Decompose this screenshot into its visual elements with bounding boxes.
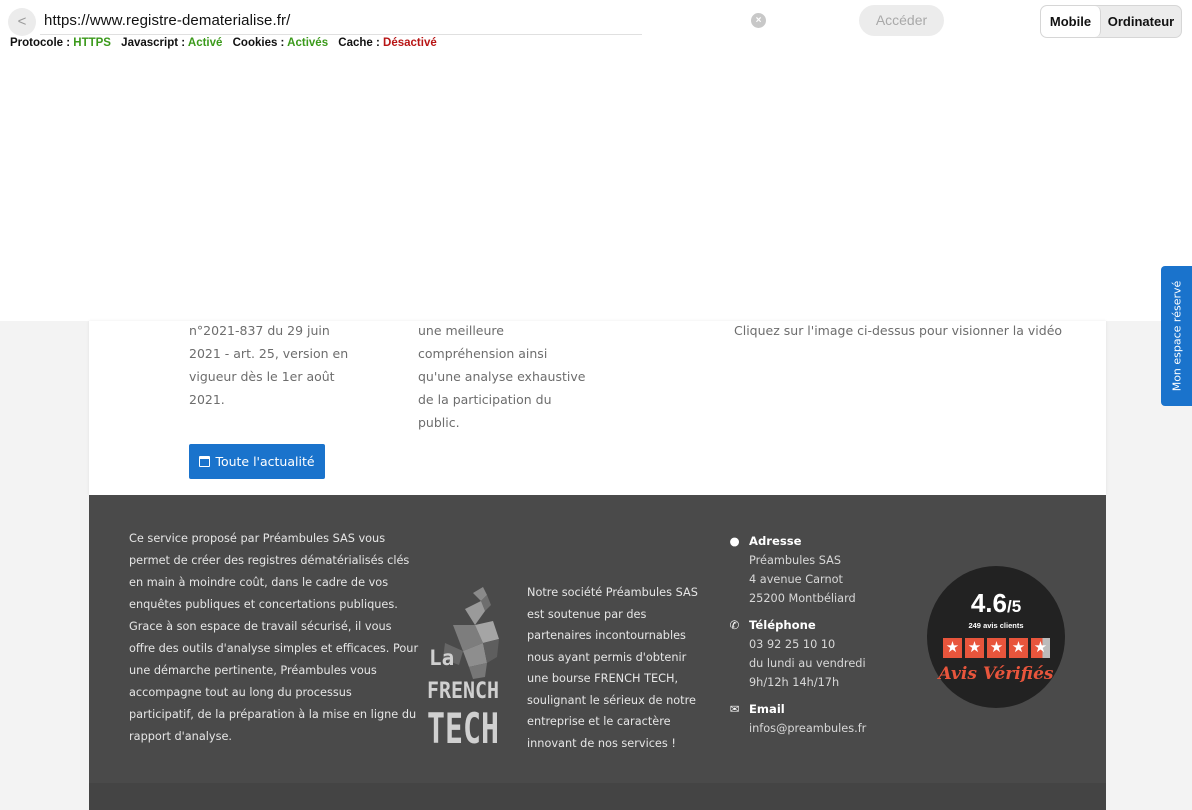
go-button[interactable]: Accéder bbox=[859, 5, 944, 36]
review-count: 249 avis clients bbox=[968, 621, 1024, 630]
all-news-button[interactable]: Toute l'actualité bbox=[189, 444, 325, 479]
email-block: ✉ Email infos@preambules.fr bbox=[726, 700, 867, 738]
half-star-icon: ★ bbox=[1031, 638, 1050, 658]
calendar-icon bbox=[199, 456, 211, 467]
verified-reviews-brand: Avis Vérifiés bbox=[938, 664, 1054, 684]
frenchtech-tech: TECH bbox=[427, 704, 499, 750]
verified-reviews-badge[interactable]: 4.6/5 249 avis clients ★ ★ ★ ★ ★ Avis Vé… bbox=[927, 566, 1065, 708]
protocol-value: HTTPS bbox=[73, 37, 111, 49]
star-icon: ★ bbox=[1009, 638, 1028, 658]
address-line: 4 avenue Carnot bbox=[749, 573, 843, 586]
cookies-value: Activés bbox=[287, 37, 329, 49]
protocol-label: Protocole : bbox=[10, 37, 71, 49]
rating-score: 4.6/5 bbox=[970, 588, 1022, 618]
clear-url-icon[interactable]: × bbox=[751, 13, 766, 28]
email-heading: Email bbox=[749, 702, 785, 716]
rating-stars: ★ ★ ★ ★ ★ bbox=[943, 638, 1051, 658]
phone-icon: ✆ bbox=[729, 618, 740, 632]
location-pin-icon: ● bbox=[729, 534, 740, 548]
news-text-1: n°2021-837 du 29 juin 2021 - art. 25, ve… bbox=[189, 323, 349, 407]
footer-support-text: Notre société Préambules SAS est soutenu… bbox=[527, 586, 698, 750]
address-line: Préambules SAS bbox=[749, 554, 842, 567]
address-block: ● Adresse Préambules SAS 4 avenue Carnot … bbox=[726, 532, 856, 608]
mobile-mode-button[interactable]: Mobile bbox=[1041, 6, 1101, 37]
star-icon: ★ bbox=[987, 638, 1006, 658]
address-line: 25200 Montbéliard bbox=[749, 592, 856, 605]
all-news-label: Toute l'actualité bbox=[215, 454, 315, 469]
phone-block: ✆ Téléphone 03 92 25 10 10 du lundi au ve… bbox=[726, 616, 866, 692]
footer-about-text: Ce service proposé par Préambules SAS vo… bbox=[129, 532, 419, 743]
phone-hours: du lundi au vendredi bbox=[749, 657, 866, 670]
url-underline bbox=[40, 34, 642, 35]
envelope-icon: ✉ bbox=[729, 702, 740, 716]
javascript-value: Activé bbox=[187, 37, 223, 49]
status-bar: Protocole : HTTPS Javascript : Activé Co… bbox=[10, 37, 437, 49]
view-mode-toggle: Mobile Ordinateur bbox=[1040, 5, 1182, 38]
phone-heading: Téléphone bbox=[749, 618, 816, 632]
javascript-label: Javascript : bbox=[121, 37, 186, 49]
french-tech-logo: La FRENCH TECH bbox=[427, 587, 499, 750]
frenchtech-la: La bbox=[429, 646, 454, 670]
star-icon: ★ bbox=[965, 638, 984, 658]
cookies-label: Cookies : bbox=[232, 37, 285, 49]
cache-value: Désactivé bbox=[383, 37, 437, 49]
back-button[interactable]: < bbox=[8, 8, 36, 36]
address-heading: Adresse bbox=[749, 534, 802, 548]
cache-label: Cache : bbox=[338, 37, 380, 49]
video-caption: Cliquez sur l'image ci-dessus pour visio… bbox=[734, 323, 1063, 338]
browser-toolbar: < https://www.registre-dematerialise.fr/… bbox=[0, 0, 1192, 52]
reserved-space-tab[interactable]: Mon espace réservé bbox=[1161, 266, 1192, 406]
reserved-space-label: Mon espace réservé bbox=[1170, 280, 1183, 392]
star-icon: ★ bbox=[943, 638, 962, 658]
phone-number[interactable]: 03 92 25 10 10 bbox=[726, 635, 866, 654]
desktop-mode-button[interactable]: Ordinateur bbox=[1101, 6, 1181, 37]
news-text-2: une meilleure compréhension ainsi qu'une… bbox=[418, 323, 586, 430]
email-link[interactable]: infos@preambules.fr bbox=[726, 719, 866, 738]
frenchtech-french: FRENCH bbox=[427, 679, 499, 704]
url-input[interactable]: https://www.registre-dematerialise.fr/ bbox=[44, 12, 290, 29]
phone-hours: 9h/12h 14h/17h bbox=[749, 676, 840, 689]
footer-bottom-bar bbox=[89, 783, 1106, 810]
